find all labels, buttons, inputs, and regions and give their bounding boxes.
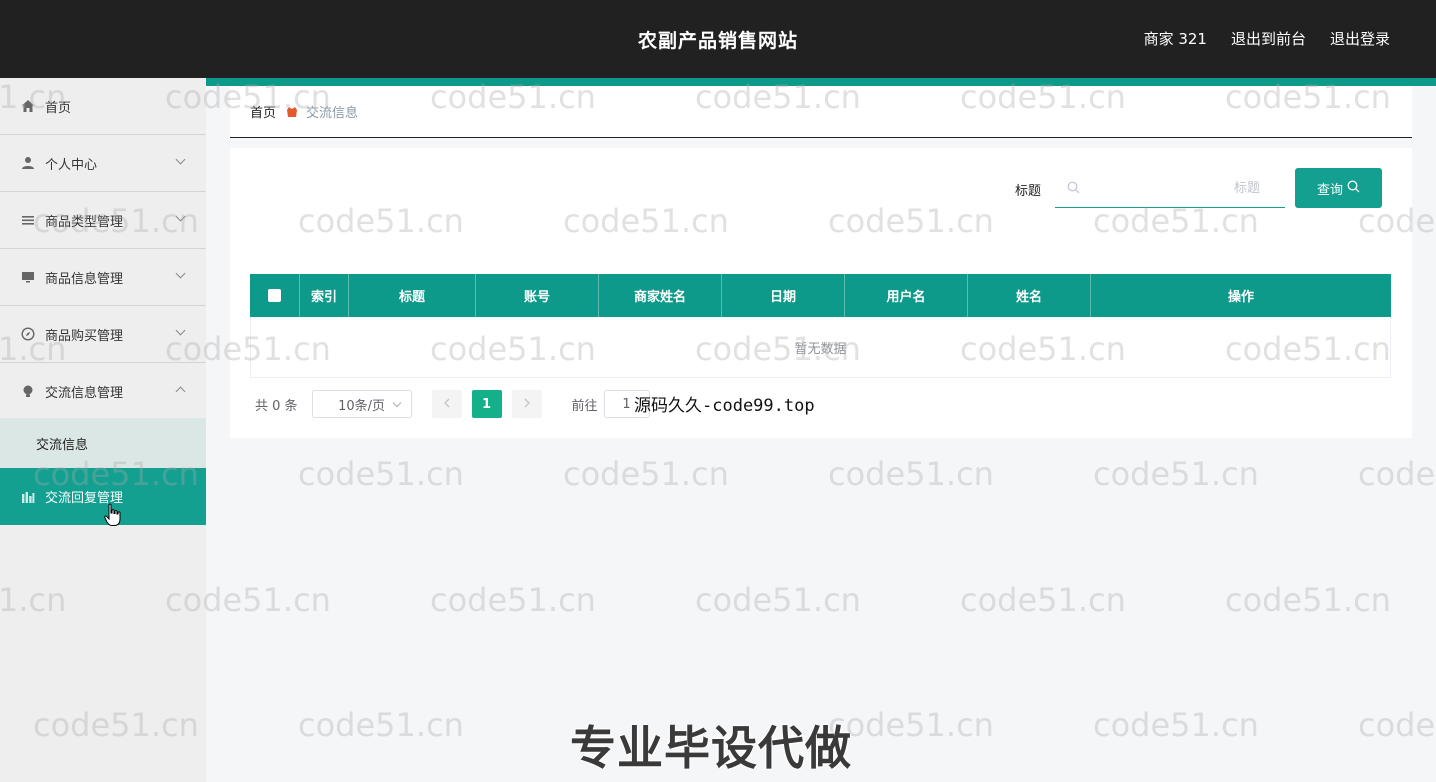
column-header: 用户名 — [845, 274, 968, 317]
table-empty-row: 暂无数据 — [250, 317, 1391, 378]
watermark: code — [1358, 455, 1436, 493]
data-table: 索引 标题 账号 商家姓名 日期 用户名 姓名 操作 暂无数据 — [250, 274, 1391, 378]
sidebar-item-label: 商品类型管理 — [45, 214, 124, 230]
sidebar-item-label: 商品信息管理 — [45, 271, 124, 287]
top-links: 商家 321 退出到前台 退出登录 — [1144, 28, 1390, 49]
chevron-down-icon — [175, 325, 186, 336]
prev-page-button[interactable] — [431, 390, 462, 418]
sidebar-subitem-label: 交流信息 — [36, 437, 89, 453]
source-watermark-text: 源码久久-code99.top — [634, 396, 815, 416]
search-button-label: 查询 — [1316, 182, 1343, 198]
breadcrumb: 首页 交流信息 — [230, 86, 1412, 138]
search-field[interactable] — [1055, 170, 1285, 208]
home-icon — [20, 98, 36, 114]
sidebar-item-purchase[interactable]: 商品购买管理 — [0, 306, 206, 363]
watermark: code51.cn — [430, 581, 596, 619]
sidebar-item-product[interactable]: 商品信息管理 — [0, 249, 206, 306]
chevron-down-icon — [175, 211, 186, 222]
goto-label: 前往 — [571, 398, 598, 414]
watermark: code51.cn — [1225, 581, 1391, 619]
select-all-checkbox[interactable] — [268, 289, 281, 302]
sidebar-item-reply[interactable]: 交流回复管理 — [0, 468, 206, 525]
sidebar-item-category[interactable]: 商品类型管理 — [0, 192, 206, 249]
page-size-value: 10条/页 — [338, 398, 386, 414]
column-header: 日期 — [722, 274, 845, 317]
watermark: code — [1358, 706, 1436, 744]
top-bar-accent — [0, 78, 1436, 86]
next-page-button[interactable] — [511, 390, 542, 418]
chevron-down-icon — [175, 154, 186, 165]
pagination-total: 共 0 条 — [255, 398, 298, 414]
select-all-cell — [250, 274, 300, 317]
exit-to-front-link[interactable]: 退出到前台 — [1231, 28, 1306, 49]
search-input[interactable] — [1080, 181, 1260, 196]
bar-chart-icon — [20, 489, 36, 505]
sidebar-item-profile[interactable]: 个人中心 — [0, 135, 206, 192]
flower-icon — [286, 106, 298, 118]
chevron-up-icon — [175, 386, 186, 397]
hand-cursor-icon — [104, 503, 122, 531]
sidebar-item-message[interactable]: 交流信息管理 — [0, 363, 206, 420]
sidebar-item-label: 商品购买管理 — [45, 328, 124, 344]
column-header: 索引 — [300, 274, 349, 317]
search-icon — [1067, 179, 1080, 198]
watermark: code51.cn — [695, 581, 861, 619]
column-header: 商家姓名 — [599, 274, 722, 317]
sidebar-item-label: 首页 — [45, 100, 72, 116]
monitor-icon — [20, 269, 36, 285]
breadcrumb-current: 交流信息 — [306, 106, 359, 121]
chevron-right-icon — [523, 397, 531, 412]
column-header: 姓名 — [968, 274, 1091, 317]
search-icon — [1347, 180, 1360, 197]
logout-link[interactable]: 退出登录 — [1330, 28, 1390, 49]
bulb-icon — [20, 383, 36, 399]
chevron-down-icon — [175, 268, 186, 279]
user-icon — [20, 155, 36, 171]
watermark: code51.cn — [563, 455, 729, 493]
list-icon — [20, 212, 36, 228]
merchant-user-label[interactable]: 商家 321 — [1144, 28, 1207, 49]
sidebar: 首页 个人中心 商品类型管理 商品信息管理 商品购买管理 交流信息管理 交流信息… — [0, 78, 206, 782]
search-button[interactable]: 查询 — [1295, 168, 1382, 208]
content-panel: 标题 查询 索引 标题 账号 商家姓名 日期 用户名 姓名 操作 暂无数据 共 … — [230, 148, 1412, 438]
table-header: 索引 标题 账号 商家姓名 日期 用户名 姓名 操作 — [250, 274, 1391, 317]
page-number-button[interactable]: 1 — [471, 390, 502, 418]
chevron-left-icon — [443, 397, 451, 412]
promo-overlay-text: 专业毕设代做 — [570, 721, 852, 775]
compass-icon — [20, 326, 36, 342]
sidebar-item-label: 交流信息管理 — [45, 385, 124, 401]
watermark: code51.cn — [1093, 455, 1259, 493]
watermark: code51.cn — [960, 581, 1126, 619]
sidebar-item-label: 个人中心 — [45, 157, 98, 173]
sidebar-item-home[interactable]: 首页 — [0, 78, 206, 135]
watermark: code51.cn — [298, 455, 464, 493]
column-header: 账号 — [476, 274, 599, 317]
page-size-select[interactable]: 10条/页 — [311, 390, 412, 418]
watermark: code51.cn — [1093, 706, 1259, 744]
watermark: code51.cn — [828, 706, 994, 744]
top-bar: 农副产品销售网站 商家 321 退出到前台 退出登录 — [0, 0, 1436, 78]
breadcrumb-home[interactable]: 首页 — [250, 102, 276, 121]
pagination: 共 0 条 10条/页 1 前往 1 — [255, 390, 650, 418]
watermark: code51.cn — [828, 455, 994, 493]
column-header: 操作 — [1227, 290, 1254, 305]
search-label: 标题 — [1015, 184, 1042, 199]
column-header: 标题 — [349, 274, 476, 317]
chevron-down-icon — [392, 398, 401, 408]
watermark: code51.cn — [298, 706, 464, 744]
sidebar-subitem-message-info[interactable]: 交流信息 — [0, 418, 206, 468]
